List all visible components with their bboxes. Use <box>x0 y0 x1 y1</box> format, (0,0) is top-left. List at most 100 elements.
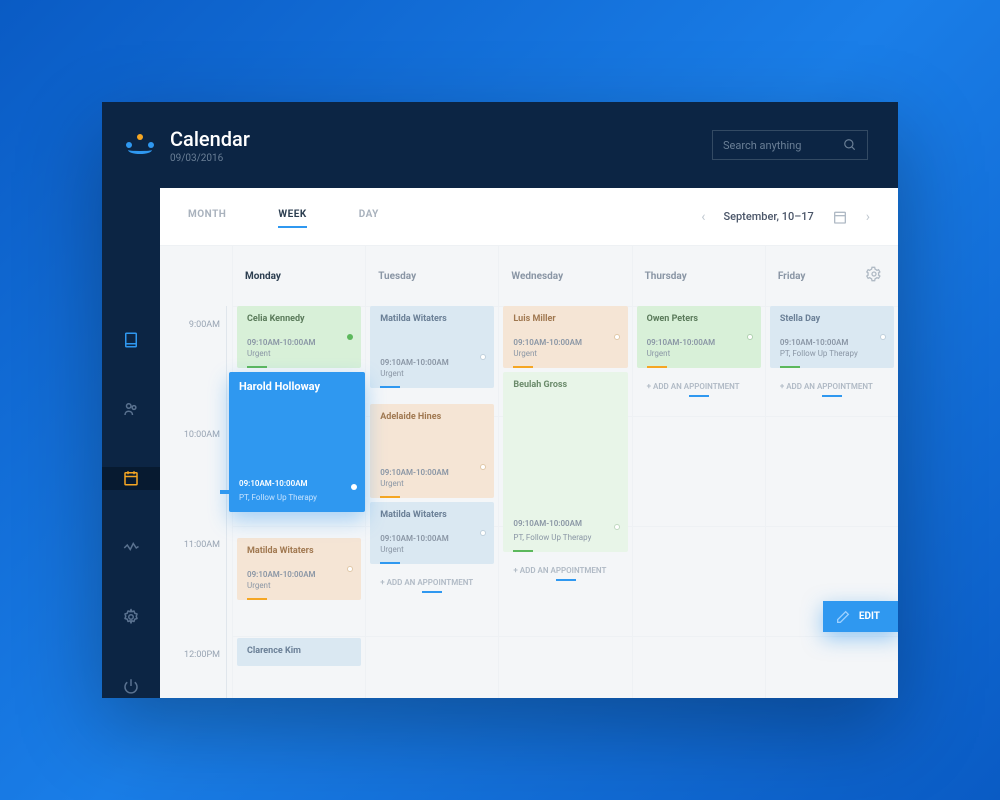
power-icon <box>122 677 140 695</box>
event-card[interactable]: Adelaide Hines 09:10AM-10:00AM Urgent <box>370 404 494 498</box>
event-name: Matilda Witaters <box>247 546 351 556</box>
edit-button[interactable]: EDIT <box>823 601 898 632</box>
toolbar: MONTH WEEK DAY ‹ September, 10–17 › <box>160 188 898 246</box>
sidebar-item-activity[interactable] <box>102 536 160 559</box>
event-card[interactable]: Matilda Witaters 09:10AM-10:00AM Urgent <box>237 538 361 600</box>
event-name: Harold Holloway <box>239 380 355 393</box>
book-icon <box>122 331 140 349</box>
search-icon <box>843 138 857 152</box>
event-name: Adelaide Hines <box>380 412 484 422</box>
day-column-wednesday: Wednesday Luis Miller 09:10AM-10:00AM Ur… <box>498 246 631 698</box>
date-range: September, 10–17 <box>723 210 813 223</box>
event-time: 09:10AM-10:00AM <box>247 338 351 347</box>
event-time: 09:10AM-10:00AM <box>380 358 484 367</box>
time-label: 11:00AM <box>160 538 232 648</box>
event-name: Beulah Gross <box>513 380 617 390</box>
grid-settings-button[interactable] <box>866 266 882 286</box>
activity-icon <box>122 539 140 557</box>
time-label: 9:00AM <box>160 318 232 428</box>
add-appointment-button[interactable]: + ADD AN APPOINTMENT <box>503 556 627 585</box>
event-name: Luis Miller <box>513 314 617 324</box>
event-tag: Urgent <box>247 349 351 358</box>
sidebar-item-calendar[interactable] <box>102 467 160 490</box>
event-tag: Urgent <box>513 349 617 358</box>
app-window: Calendar 09/03/2016 Search anything <box>102 102 898 698</box>
add-appointment-button[interactable]: + ADD AN APPOINTMENT <box>770 372 894 401</box>
sidebar-item-users[interactable] <box>102 397 160 420</box>
add-appointment-button[interactable]: + ADD AN APPOINTMENT <box>370 568 494 597</box>
users-icon <box>122 400 140 418</box>
event-time: 09:10AM-10:00AM <box>380 468 484 477</box>
event-tag: Urgent <box>380 369 484 378</box>
event-card[interactable]: Luis Miller 09:10AM-10:00AM Urgent <box>503 306 627 368</box>
prev-week-button[interactable]: ‹ <box>701 209 705 225</box>
timeline-track <box>226 306 227 698</box>
event-time: 09:10AM-10:00AM <box>513 338 617 347</box>
calendar-icon <box>122 469 140 487</box>
event-tag: PT, Follow Up Therapy <box>239 493 317 502</box>
sidebar <box>102 188 160 698</box>
time-label: 12:00PM <box>160 648 232 698</box>
search-input[interactable]: Search anything <box>712 130 868 160</box>
calendar-grid: 9:00AM 10:00AM 11:00AM 12:00PM Monday <box>160 246 898 698</box>
body: MONTH WEEK DAY ‹ September, 10–17 › <box>102 188 898 698</box>
sidebar-item-book[interactable] <box>102 328 160 351</box>
event-time: 09:10AM-10:00AM <box>780 338 884 347</box>
event-tag: PT, Follow Up Therapy <box>780 349 884 358</box>
event-time: 09:10AM-10:00AM <box>513 519 582 528</box>
tab-week[interactable]: WEEK <box>278 209 306 224</box>
content: MONTH WEEK DAY ‹ September, 10–17 › <box>160 188 898 698</box>
event-card[interactable]: Owen Peters 09:10AM-10:00AM Urgent <box>637 306 761 368</box>
event-card[interactable]: Stella Day 09:10AM-10:00AM PT, Follow Up… <box>770 306 894 368</box>
event-time: 09:10AM-10:00AM <box>247 570 351 579</box>
event-name: Matilda Witaters <box>380 510 484 520</box>
calendar-picker-icon[interactable] <box>832 209 848 225</box>
page-title: Calendar <box>170 127 250 151</box>
day-header: Tuesday <box>366 246 498 306</box>
view-tabs: MONTH WEEK DAY <box>188 209 379 224</box>
day-header: Monday <box>233 246 365 306</box>
event-card[interactable]: Matilda Witaters 09:10AM-10:00AM Urgent <box>370 502 494 564</box>
event-card[interactable]: Beulah Gross 09:10AM-10:00AM PT, Follow … <box>503 372 627 552</box>
date-nav: ‹ September, 10–17 › <box>701 209 870 225</box>
day-column-thursday: Thursday Owen Peters 09:10AM-10:00AM Urg… <box>632 246 765 698</box>
event-name: Stella Day <box>780 314 884 324</box>
days-container: Monday Celia Kennedy 09:10AM-10:00AM Urg… <box>232 246 898 698</box>
event-tag: Urgent <box>647 349 751 358</box>
event-tag: Urgent <box>380 479 484 488</box>
day-header: Wednesday <box>499 246 631 306</box>
event-time: 09:10AM-10:00AM <box>647 338 751 347</box>
timeline-cursor[interactable] <box>220 490 232 494</box>
event-card[interactable]: Matilda Witaters 09:10AM-10:00AM Urgent <box>370 306 494 388</box>
time-label: 10:00AM <box>160 428 232 538</box>
logo-icon <box>126 134 154 156</box>
event-tag: Urgent <box>380 545 484 554</box>
event-name: Owen Peters <box>647 314 751 324</box>
day-column-tuesday: Tuesday Matilda Witaters 09:10AM-10:00AM… <box>365 246 498 698</box>
event-name: Matilda Witaters <box>380 314 484 324</box>
tab-month[interactable]: MONTH <box>188 209 226 224</box>
header-left: Calendar 09/03/2016 <box>126 127 250 164</box>
event-card-selected[interactable]: Harold Holloway 09:10AM-10:00AM PT, Foll… <box>229 372 365 512</box>
gear-icon <box>122 608 140 626</box>
sidebar-item-power[interactable] <box>102 675 160 698</box>
add-appointment-button[interactable]: + ADD AN APPOINTMENT <box>637 372 761 401</box>
title-block: Calendar 09/03/2016 <box>170 127 250 164</box>
event-tag: Urgent <box>247 581 351 590</box>
gear-icon <box>866 266 882 282</box>
tab-day[interactable]: DAY <box>359 209 379 224</box>
edit-label: EDIT <box>859 611 880 622</box>
header: Calendar 09/03/2016 Search anything <box>102 102 898 188</box>
event-card[interactable]: Clarence Kim <box>237 638 361 666</box>
day-header: Thursday <box>633 246 765 306</box>
day-column-monday: Monday Celia Kennedy 09:10AM-10:00AM Urg… <box>232 246 365 698</box>
event-time: 09:10AM-10:00AM <box>380 534 484 543</box>
search-placeholder: Search anything <box>723 139 801 152</box>
sidebar-item-settings[interactable] <box>102 605 160 628</box>
next-week-button[interactable]: › <box>866 209 870 225</box>
page-date: 09/03/2016 <box>170 153 250 164</box>
time-column: 9:00AM 10:00AM 11:00AM 12:00PM <box>160 246 232 698</box>
event-card[interactable]: Celia Kennedy 09:10AM-10:00AM Urgent <box>237 306 361 368</box>
event-name: Celia Kennedy <box>247 314 351 324</box>
event-tag: PT, Follow Up Therapy <box>513 533 591 542</box>
